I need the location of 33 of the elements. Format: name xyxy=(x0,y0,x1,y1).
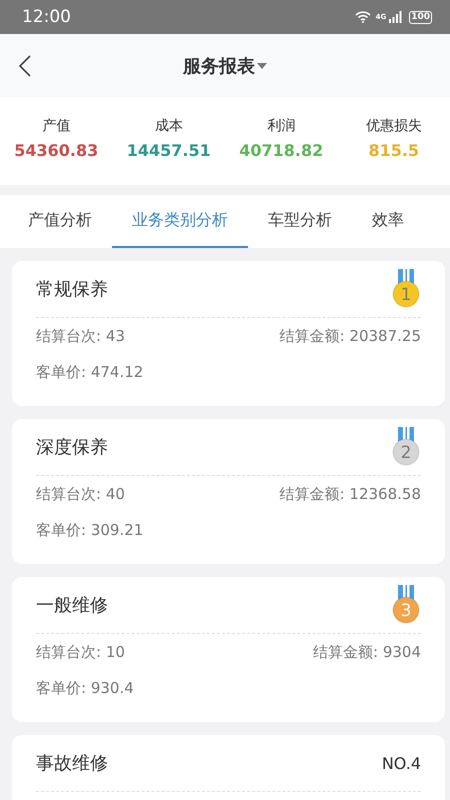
tab[interactable]: 业务类别分析 xyxy=(112,195,248,248)
count-text: 结算台次: 43 xyxy=(36,326,125,346)
stat-label: 产值 xyxy=(42,117,70,135)
tab[interactable]: 产值分析 xyxy=(8,195,112,248)
clock: 12:00 xyxy=(22,7,72,27)
dropdown-caret-icon[interactable] xyxy=(257,62,267,70)
wifi-icon xyxy=(354,11,371,23)
tab[interactable]: 车型分析 xyxy=(248,195,352,248)
page-title[interactable]: 服务报表 xyxy=(183,54,255,78)
stat-value: 815.5 xyxy=(368,141,420,160)
back-icon[interactable] xyxy=(18,54,32,78)
stat-label: 优惠损失 xyxy=(366,117,422,135)
stat-value: 14457.51 xyxy=(126,141,211,160)
count-text: 结算台次: 10 xyxy=(36,642,125,662)
count-text: 结算台次: 40 xyxy=(36,484,125,504)
stat-value: 40718.82 xyxy=(239,141,324,160)
unit-price-text: 客单价: 309.21 xyxy=(36,520,144,540)
tab[interactable]: 效率 xyxy=(352,195,424,248)
stat-value: 54360.83 xyxy=(14,141,98,160)
amount-text: 结算金额: 9304 xyxy=(313,642,421,662)
category-title: 常规保养 xyxy=(36,278,108,301)
stat-label: 利润 xyxy=(267,117,296,135)
category-title: 事故维修 xyxy=(36,752,108,775)
unit-price-text: 客单价: 474.12 xyxy=(36,362,144,382)
category-title: 一般维修 xyxy=(36,594,108,617)
amount-text: 结算金额: 12368.58 xyxy=(280,484,421,504)
category-title: 深度保养 xyxy=(36,436,108,459)
amount-text: 结算金额: 20387.25 xyxy=(280,326,421,346)
rank-label: NO.4 xyxy=(382,754,421,772)
battery-level: 100 xyxy=(409,10,432,24)
unit-price-text: 客单价: 930.4 xyxy=(36,678,134,698)
signal-icon xyxy=(389,11,402,23)
stat-label: 成本 xyxy=(154,117,183,135)
